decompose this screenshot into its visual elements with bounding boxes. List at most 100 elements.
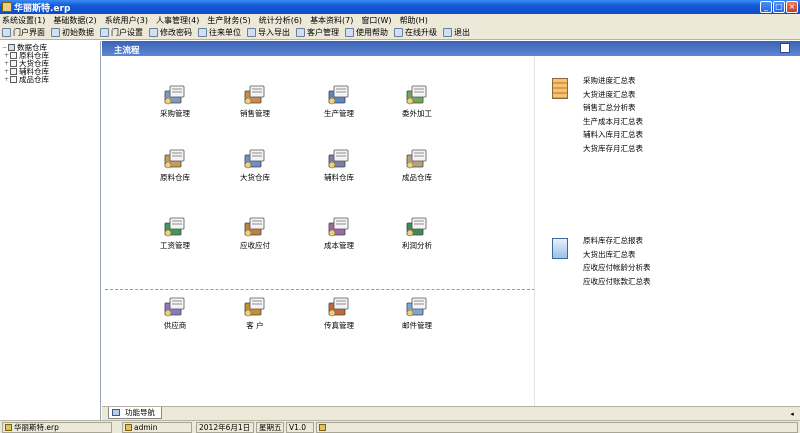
info-icon [319, 424, 326, 431]
warehouse-icon [242, 148, 268, 170]
report-link[interactable]: 应收应付帐龄分析表 [583, 262, 651, 276]
module-button[interactable]: 大货仓库 [230, 148, 280, 183]
report-list-2: 原料库存汇总报表 大货出库汇总表 应收应付帐龄分析表 应收应付账款汇总表 [583, 235, 651, 289]
app-icon [2, 2, 12, 12]
tree-root[interactable]: − 数据仓库 [2, 43, 98, 52]
module-button[interactable]: 工资管理 [150, 216, 200, 251]
sales-icon [242, 84, 268, 106]
report-side-panel: 采购进度汇总表 大货进度汇总表 销售汇总分析表 生产成本月汇总表 辅料入库月汇总表 大货库… [535, 56, 800, 411]
profit-icon [404, 216, 430, 238]
menu-item[interactable]: 基本资料(7) [310, 15, 353, 26]
fax-icon [326, 296, 352, 318]
toolbar-button[interactable]: 初始数据 [51, 27, 94, 38]
client-icon [242, 296, 268, 318]
tree-item[interactable]: + 原料仓库 [2, 51, 98, 60]
cost-icon [326, 216, 352, 238]
user-icon [125, 424, 132, 431]
tree-item[interactable]: + 成品仓库 [2, 75, 98, 84]
outsource-icon [404, 84, 430, 106]
report-link[interactable]: 原料库存汇总报表 [583, 235, 651, 249]
menu-item[interactable]: 窗口(W) [361, 15, 391, 26]
customer-icon [296, 28, 305, 37]
module-button[interactable]: 邮件管理 [392, 296, 442, 331]
folder-icon [10, 59, 17, 67]
status-app: 华丽斯特.erp [2, 422, 112, 433]
report-link[interactable]: 生产成本月汇总表 [583, 116, 643, 130]
toolbar-button[interactable]: 导入导出 [247, 27, 290, 38]
production-icon [326, 84, 352, 106]
menu-item[interactable]: 统计分析(6) [259, 15, 302, 26]
tree-item[interactable]: + 大货仓库 [2, 59, 98, 68]
toolbar-button[interactable]: 客户管理 [296, 27, 339, 38]
module-button[interactable]: 销售管理 [230, 84, 280, 119]
status-version: V1.0 [286, 422, 314, 433]
folder-icon [10, 75, 17, 83]
toolbar-button[interactable]: 门户界面 [2, 27, 45, 38]
module-button[interactable]: 成品仓库 [392, 148, 442, 183]
folder-icon [10, 67, 17, 75]
tab-strip: 功能导航 ◂ [102, 406, 800, 420]
toolbar-button[interactable]: 门户设置 [100, 27, 143, 38]
window-title: 华丽斯特.erp [14, 4, 71, 14]
module-button[interactable]: 应收应付 [230, 216, 280, 251]
folder-icon [10, 51, 17, 59]
status-empty [316, 422, 798, 433]
supplier-icon [162, 296, 188, 318]
module-button[interactable]: 利润分析 [392, 216, 442, 251]
warehouse-icon [404, 148, 430, 170]
menu-item[interactable]: 生产财务(5) [207, 15, 250, 26]
maximize-button[interactable]: □ [773, 1, 785, 13]
report-link[interactable]: 大货出库汇总表 [583, 249, 651, 263]
panel-menu-icon[interactable] [780, 43, 790, 53]
report-link[interactable]: 大货进度汇总表 [583, 89, 643, 103]
portal-settings-icon [100, 28, 109, 37]
password-icon [149, 28, 158, 37]
report-link[interactable]: 销售汇总分析表 [583, 102, 643, 116]
module-button[interactable]: 采购管理 [150, 84, 200, 119]
module-button[interactable]: 客 户 [230, 296, 280, 331]
navigation-icon [112, 409, 120, 416]
title-bar: 华丽斯特.erp _ □ × [0, 0, 800, 14]
data-icon [51, 28, 60, 37]
toolbar-button[interactable]: 退出 [443, 27, 470, 38]
import-export-icon [247, 28, 256, 37]
scroll-right-icon[interactable]: ◂ [787, 409, 797, 419]
status-day: 星期五 [256, 422, 284, 433]
module-button[interactable]: 原料仓库 [150, 148, 200, 183]
menu-item[interactable]: 人事管理(4) [156, 15, 199, 26]
module-button[interactable]: 辅料仓库 [314, 148, 364, 183]
close-button[interactable]: × [786, 1, 798, 13]
report-link[interactable]: 辅料入库月汇总表 [583, 129, 643, 143]
menu-item[interactable]: 基础数据(2) [53, 15, 96, 26]
minimize-button[interactable]: _ [760, 1, 772, 13]
toolbar-button[interactable]: 修改密码 [149, 27, 192, 38]
menu-bar: 系统设置(1) 基础数据(2) 系统用户(3) 人事管理(4) 生产财务(5) … [0, 14, 800, 26]
menu-item[interactable]: 系统设置(1) [2, 15, 45, 26]
toolbar-button[interactable]: 使用帮助 [345, 27, 388, 38]
module-button[interactable]: 委外加工 [392, 84, 442, 119]
exit-icon [443, 28, 452, 37]
module-button[interactable]: 成本管理 [314, 216, 364, 251]
module-grid: 采购管理 销售管理 生产管理 委外加工原料仓库 大货仓库 辅料仓库 成品仓库工资管理 应收应付… [102, 56, 535, 396]
module-button[interactable]: 传真管理 [314, 296, 364, 331]
status-date: 2012年6月1日 [196, 422, 254, 433]
report-icon [552, 78, 568, 99]
report-icon [552, 238, 568, 259]
toolbar-button[interactable]: 在线升级 [394, 27, 437, 38]
home-icon [2, 28, 11, 37]
menu-item[interactable]: 系统用户(3) [105, 15, 148, 26]
toolbar-button[interactable]: 往来单位 [198, 27, 241, 38]
menu-item[interactable]: 帮助(H) [400, 15, 428, 26]
report-link[interactable]: 采购进度汇总表 [583, 75, 643, 89]
report-list-1: 采购进度汇总表 大货进度汇总表 销售汇总分析表 生产成本月汇总表 辅料入库月汇总表 大货库… [583, 75, 643, 156]
module-button[interactable]: 生产管理 [314, 84, 364, 119]
report-link[interactable]: 大货库存月汇总表 [583, 143, 643, 157]
module-button[interactable]: 供应商 [150, 296, 200, 331]
tab-navigation[interactable]: 功能导航 [108, 407, 162, 419]
status-bar: 华丽斯特.erp admin 2012年6月1日 星期五 V1.0 [0, 420, 800, 433]
warehouse-icon [162, 148, 188, 170]
update-icon [394, 28, 403, 37]
tree-item[interactable]: + 辅料仓库 [2, 67, 98, 76]
report-link[interactable]: 应收应付账款汇总表 [583, 276, 651, 290]
toolbar: 门户界面 初始数据 门户设置 修改密码 往来单位 导入导出 客户管理 使用帮助 在线升级 退出 [0, 26, 800, 40]
